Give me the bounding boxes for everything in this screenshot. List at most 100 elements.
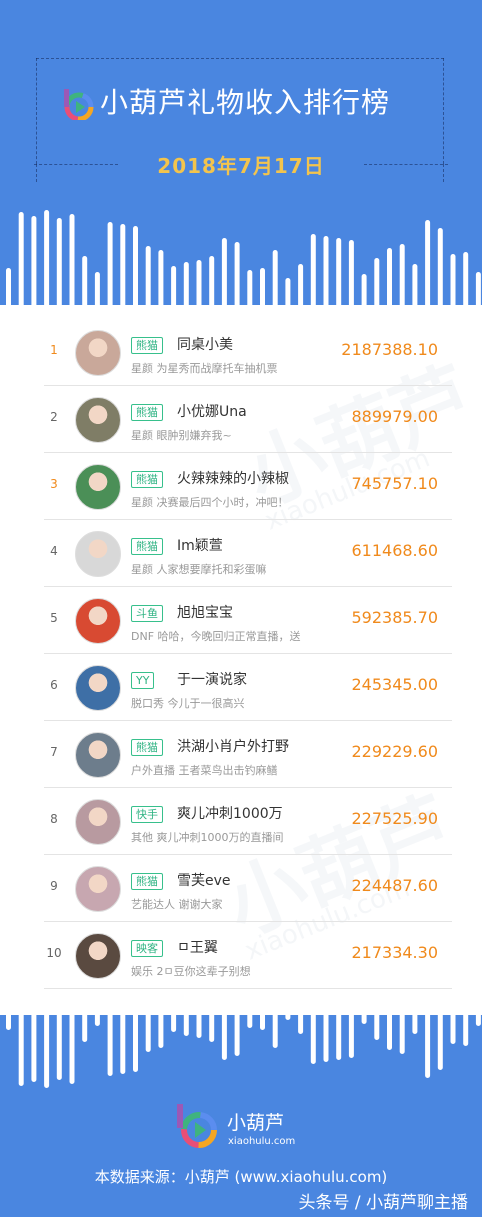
page-title: 小葫芦礼物收入排行榜 bbox=[100, 86, 391, 119]
avatar[interactable] bbox=[75, 933, 121, 979]
soundwave-bar bbox=[272, 990, 278, 1048]
rank-number: 1 bbox=[50, 343, 58, 357]
soundwave-bar bbox=[247, 270, 253, 308]
rank-number: 2 bbox=[50, 410, 58, 424]
soundwave-bar bbox=[69, 214, 75, 308]
streamer-name[interactable]: 火辣辣辣的小辣椒 bbox=[177, 468, 289, 488]
soundwave-bar bbox=[412, 264, 418, 308]
soundwave-bar bbox=[361, 990, 367, 1024]
stream-description: 艺能达人 谢谢大家 bbox=[131, 898, 223, 911]
stream-description: DNF 哈哈，今晚回归正常直播，送 bbox=[131, 630, 301, 643]
streamer-name[interactable]: ㅁ王翼 bbox=[177, 937, 218, 957]
soundwave-bar bbox=[298, 264, 304, 308]
streamer-name[interactable]: 于一演说家 bbox=[177, 669, 247, 689]
soundwave-bar bbox=[374, 990, 380, 1040]
platform-tag: 熊猫 bbox=[131, 404, 163, 421]
ranking-row[interactable]: 10 映客 ㅁ王翼 娱乐 2ㅁ豆你这辈子别想 217334.30 bbox=[44, 922, 452, 989]
stream-description: 星颜 眼肿别嫌弃我~ bbox=[131, 429, 232, 442]
gift-income: 745757.10 bbox=[351, 474, 438, 493]
soundwave-bar bbox=[285, 278, 291, 308]
ranking-card: 小葫芦 xiaohulu.com 小葫芦 xiaohulu.com 1 熊猫 同桌小… bbox=[0, 305, 482, 1015]
soundwave-bar bbox=[425, 990, 431, 1078]
soundwave-bar bbox=[310, 234, 316, 308]
ranking-row[interactable]: 5 斗鱼 旭旭宝宝 DNF 哈哈，今晚回归正常直播，送 592385.70 bbox=[44, 587, 452, 654]
platform-tag: 斗鱼 bbox=[131, 605, 163, 622]
soundwave-bar bbox=[234, 242, 240, 308]
streamer-name[interactable]: Im颖萱 bbox=[177, 535, 223, 555]
soundwave-bar bbox=[171, 266, 177, 308]
streamer-name[interactable]: 同桌小美 bbox=[177, 334, 233, 354]
gift-income: 889979.00 bbox=[351, 407, 438, 426]
soundwave-bar bbox=[44, 210, 50, 308]
gift-income: 224487.60 bbox=[351, 876, 438, 895]
soundwave-bar bbox=[158, 990, 164, 1048]
rank-number: 9 bbox=[50, 879, 58, 893]
ranking-row[interactable]: 2 熊猫 小优娜Una 星颜 眼肿别嫌弃我~ 889979.00 bbox=[44, 386, 452, 453]
soundwave-bar bbox=[107, 222, 113, 308]
soundwave-bar bbox=[387, 990, 392, 1050]
soundwave-bar bbox=[272, 250, 278, 308]
avatar[interactable] bbox=[75, 732, 121, 778]
streamer-name[interactable]: 洪湖小肖户外打野 bbox=[177, 736, 289, 756]
avatar[interactable] bbox=[75, 665, 121, 711]
platform-tag: 熊猫 bbox=[131, 538, 163, 555]
avatar[interactable] bbox=[75, 397, 121, 443]
soundwave-bar bbox=[82, 990, 88, 1042]
gift-income: 611468.60 bbox=[351, 541, 438, 560]
soundwave-bar bbox=[336, 990, 342, 1060]
soundwave-bar bbox=[183, 262, 189, 308]
soundwave-bar bbox=[348, 990, 354, 1058]
soundwave-bar bbox=[260, 268, 265, 308]
soundwave-bar bbox=[18, 212, 24, 308]
streamer-name[interactable]: 雪芙eve bbox=[177, 870, 231, 890]
avatar[interactable] bbox=[75, 598, 121, 644]
soundwave-bar bbox=[310, 990, 316, 1064]
platform-tag: 映客 bbox=[131, 940, 163, 957]
soundwave-bar bbox=[120, 990, 126, 1074]
soundwave-bar bbox=[196, 260, 202, 308]
soundwave-bar bbox=[196, 990, 202, 1038]
gift-income: 592385.70 bbox=[351, 608, 438, 627]
rank-number: 3 bbox=[50, 477, 58, 491]
streamer-name[interactable]: 旭旭宝宝 bbox=[177, 602, 233, 622]
soundwave-bar bbox=[361, 274, 367, 308]
soundwave-bar bbox=[323, 990, 329, 1062]
ranking-row[interactable]: 3 熊猫 火辣辣辣的小辣椒 星颜 决赛最后四个小时，冲吧！ 745757.10 bbox=[44, 453, 452, 520]
soundwave-bar bbox=[450, 990, 456, 1044]
soundwave-bar bbox=[437, 990, 443, 1070]
ranking-row[interactable]: 7 熊猫 洪湖小肖户外打野 户外直播 王者菜鸟出击钓麻鳝 229229.60 bbox=[44, 721, 452, 788]
ranking-row[interactable]: 6 YY 于一演说家 脱口秀 今儿于一很高兴 245345.00 bbox=[44, 654, 452, 721]
soundwave-bar bbox=[387, 248, 392, 308]
soundwave-bar bbox=[247, 990, 253, 1028]
soundwave-bar bbox=[475, 990, 481, 1026]
avatar[interactable] bbox=[75, 464, 121, 510]
rank-number: 5 bbox=[50, 611, 58, 625]
avatar[interactable] bbox=[75, 799, 121, 845]
soundwave-bar bbox=[69, 990, 75, 1084]
soundwave-bar bbox=[399, 244, 405, 308]
ranking-row[interactable]: 4 熊猫 Im颖萱 星颜 人家想要摩托和彩蛋嘛 611468.60 bbox=[44, 520, 452, 587]
avatar[interactable] bbox=[75, 531, 121, 577]
soundwave-bar bbox=[56, 218, 62, 308]
stream-description: 其他 爽儿冲刺1000万的直播间 bbox=[131, 831, 284, 844]
streamer-name[interactable]: 小优娜Una bbox=[177, 401, 247, 421]
avatar[interactable] bbox=[75, 330, 121, 376]
gift-income: 2187388.10 bbox=[341, 340, 438, 359]
ranking-row[interactable]: 1 熊猫 同桌小美 星颜 为星秀而战摩托车抽机票 2187388.10 bbox=[44, 319, 452, 386]
soundwave-bar bbox=[82, 256, 88, 308]
soundwave-bar bbox=[475, 272, 481, 308]
top-soundwave bbox=[6, 210, 481, 308]
rank-number: 6 bbox=[50, 678, 58, 692]
streamer-name[interactable]: 爽儿冲刺1000万 bbox=[177, 803, 283, 823]
platform-tag: 熊猫 bbox=[131, 337, 163, 354]
soundwave-bar bbox=[437, 228, 443, 308]
data-source-note: 本数据来源：小葫芦 (www.xiaohulu.com) bbox=[94, 1168, 388, 1186]
rank-number: 7 bbox=[50, 745, 58, 759]
platform-tag: YY bbox=[131, 672, 155, 689]
ranking-row[interactable]: 9 熊猫 雪芙eve 艺能达人 谢谢大家 224487.60 bbox=[44, 855, 452, 922]
stream-description: 星颜 决赛最后四个小时，冲吧！ bbox=[131, 496, 289, 509]
soundwave-bar bbox=[336, 238, 342, 308]
avatar[interactable] bbox=[75, 866, 121, 912]
stream-description: 脱口秀 今儿于一很高兴 bbox=[131, 697, 245, 710]
ranking-row[interactable]: 8 快手 爽儿冲刺1000万 其他 爽儿冲刺1000万的直播间 227525.90 bbox=[44, 788, 452, 855]
